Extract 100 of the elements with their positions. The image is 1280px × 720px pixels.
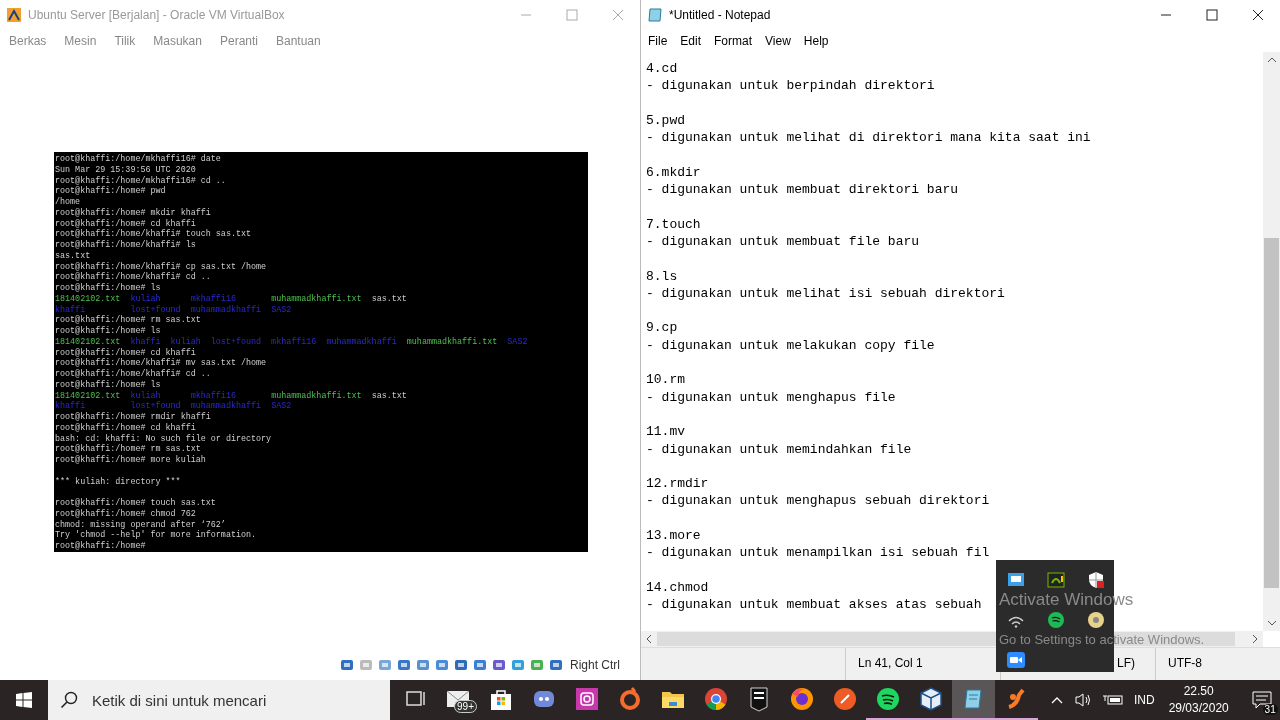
terminal-line: bash: cd: khaffi: No such file or directory	[55, 433, 273, 444]
text-line: - digunakan untuk menghapus sebuah direktori	[646, 492, 990, 510]
file-name: 181402102.txt	[55, 336, 121, 348]
text-line: 6.mkdir	[646, 163, 701, 182]
terminal-line: root@khaffi:/home# cd khaffi	[55, 347, 197, 358]
file-name: lost+found	[130, 401, 181, 412]
file-name: mkhaffi16	[190, 293, 237, 305]
menu-item[interactable]: Tilik	[105, 34, 145, 48]
unread-count: 99+	[454, 700, 477, 713]
text-line: - digunakan untuk menampilkan isi sebuah fil	[646, 544, 990, 562]
maximize-icon[interactable]	[1206, 9, 1218, 21]
text-line: - digunakan untuk melihat di direktori mana kita saat ini	[646, 129, 1091, 147]
terminal-line: root@khaffi:/home/mkhaffi16# date	[55, 154, 222, 165]
text-line: - digunakan untuk melihat isi sebuah direktori	[646, 284, 1005, 303]
text-line: - digunakan untuk membuat akses atas sebuah	[646, 596, 982, 614]
notification-button[interactable]: 31	[1246, 685, 1277, 715]
text-line: - digunakan untuk memindahkan file	[646, 440, 912, 458]
device-icon[interactable]	[472, 657, 488, 673]
file-name: SAS2	[271, 401, 293, 412]
menu-item[interactable]: Help	[796, 34, 835, 48]
file-name: mkhaffi16	[190, 390, 237, 401]
video-camera-icon[interactable]	[1007, 651, 1025, 669]
terminal-line: root@khaffi:/home/khaffi# mv sas.txt /home	[55, 358, 268, 369]
close-icon[interactable]	[1252, 9, 1264, 21]
shield-icon[interactable]	[1087, 571, 1105, 589]
file-name: khaffi	[130, 336, 161, 348]
menu-item[interactable]: View	[758, 34, 797, 48]
text-line: - digunakan untuk menghapus file	[646, 388, 896, 406]
text-line: 13.more	[646, 527, 701, 545]
terminal-line: root@khaffi:/home# ls	[55, 283, 162, 294]
file-name: SAS2	[507, 336, 528, 348]
notepad-icon	[647, 7, 663, 23]
terminal-line: Try 'chmod --help' for more information.	[55, 530, 258, 541]
file-name: muhammadkhaffi	[190, 304, 262, 316]
disc-icon[interactable]	[1087, 611, 1105, 629]
terminal-line: Sun Mar 29 15:39:56 UTC 2020	[55, 164, 197, 176]
file-name: khaffi	[55, 401, 87, 412]
text-line: 8.ls	[646, 267, 678, 285]
menu-item[interactable]: Bantuan	[267, 34, 330, 48]
device-icon[interactable]	[529, 657, 545, 673]
text-line: - digunakan untuk membuat direktori baru	[646, 181, 959, 199]
browser-icon	[788, 686, 815, 712]
text-line: 9.cp	[646, 319, 678, 337]
file-name: sas.txt	[371, 293, 407, 305]
device-icon[interactable]	[510, 657, 526, 673]
file-name: sas.txt	[371, 390, 407, 402]
file-name: kuliah	[130, 293, 162, 305]
menu-item[interactable]: File	[641, 34, 674, 48]
music-icon[interactable]	[1047, 611, 1065, 629]
terminal-line: sas.txt	[55, 250, 92, 262]
warning-icon[interactable]	[1047, 571, 1065, 589]
monitor-icon[interactable]	[1007, 571, 1025, 589]
music-icon	[874, 686, 901, 712]
menu-item[interactable]: Masukan	[144, 34, 211, 48]
speaker-icon[interactable]	[1074, 692, 1092, 708]
file-name: lost+found	[130, 304, 181, 315]
terminal-line: root@khaffi:/home# ls	[55, 326, 162, 337]
notification-count: 31	[1262, 704, 1278, 715]
file-name: muhammadkhaffi.txt	[271, 293, 362, 305]
file-name: kuliah	[130, 390, 162, 401]
device-icon[interactable]	[491, 657, 507, 673]
terminal-line: root@khaffi:/home# more kuliah	[55, 455, 207, 466]
camera-icon	[573, 686, 600, 712]
menu-item[interactable]: Berkas	[0, 34, 56, 48]
clock[interactable]: 22.50 29/03/2020	[1168, 683, 1229, 717]
menu-item[interactable]: Mesin	[55, 34, 106, 48]
text-line: 5.pwd	[646, 111, 685, 130]
battery-icon[interactable]	[1102, 692, 1124, 708]
device-icon[interactable]	[434, 657, 450, 673]
file-name: muhammadkhaffi	[326, 336, 397, 348]
language-indicator[interactable]: IND	[1134, 693, 1155, 707]
app-icon	[6, 7, 22, 23]
text-line: 10.rm	[646, 371, 685, 389]
file-name: muhammadkhaffi.txt	[271, 390, 362, 402]
taskbar-button[interactable]: 99+	[436, 680, 479, 720]
terminal-line: root@khaffi:/home# mkdir khaffi	[55, 207, 212, 219]
text-line: 11.mv	[646, 423, 685, 441]
search-icon	[60, 691, 78, 709]
text-line: 4.cd	[646, 60, 678, 78]
search-field[interactable]: Ketik di sini untuk mencari	[48, 680, 390, 720]
terminal-line: root@khaffi:/home#	[55, 541, 147, 552]
device-icon[interactable]	[415, 657, 431, 673]
vertical-scrollbar[interactable]	[1263, 52, 1280, 631]
terminal-line: root@khaffi:/home/khaffi# ls	[55, 240, 197, 251]
device-icon[interactable]	[453, 657, 469, 673]
terminal-line: root@khaffi:/home# cd khaffi	[55, 218, 197, 229]
terminal-line: root@khaffi:/home# pwd	[55, 186, 167, 197]
text-line: - digunakan untuk berpindah direktori	[646, 77, 935, 95]
terminal-line: root@khaffi:/home# chmod 762	[55, 508, 197, 520]
menu-item[interactable]: Edit	[673, 34, 708, 48]
menu-item[interactable]: Format	[707, 34, 759, 48]
file-name: 181402102.txt	[55, 293, 121, 305]
device-icon[interactable]	[396, 657, 412, 673]
terminal-line: root@khaffi:/home# rmdir khaffi	[55, 412, 212, 423]
menu-item[interactable]: Peranti	[210, 34, 267, 48]
device-icon[interactable]	[339, 657, 355, 673]
terminal-line: root@khaffi:/home# rm sas.txt	[55, 444, 202, 455]
file-name: kuliah	[170, 336, 201, 348]
device-icon[interactable]	[548, 657, 564, 673]
file-name: mkhaffi16	[271, 336, 317, 348]
